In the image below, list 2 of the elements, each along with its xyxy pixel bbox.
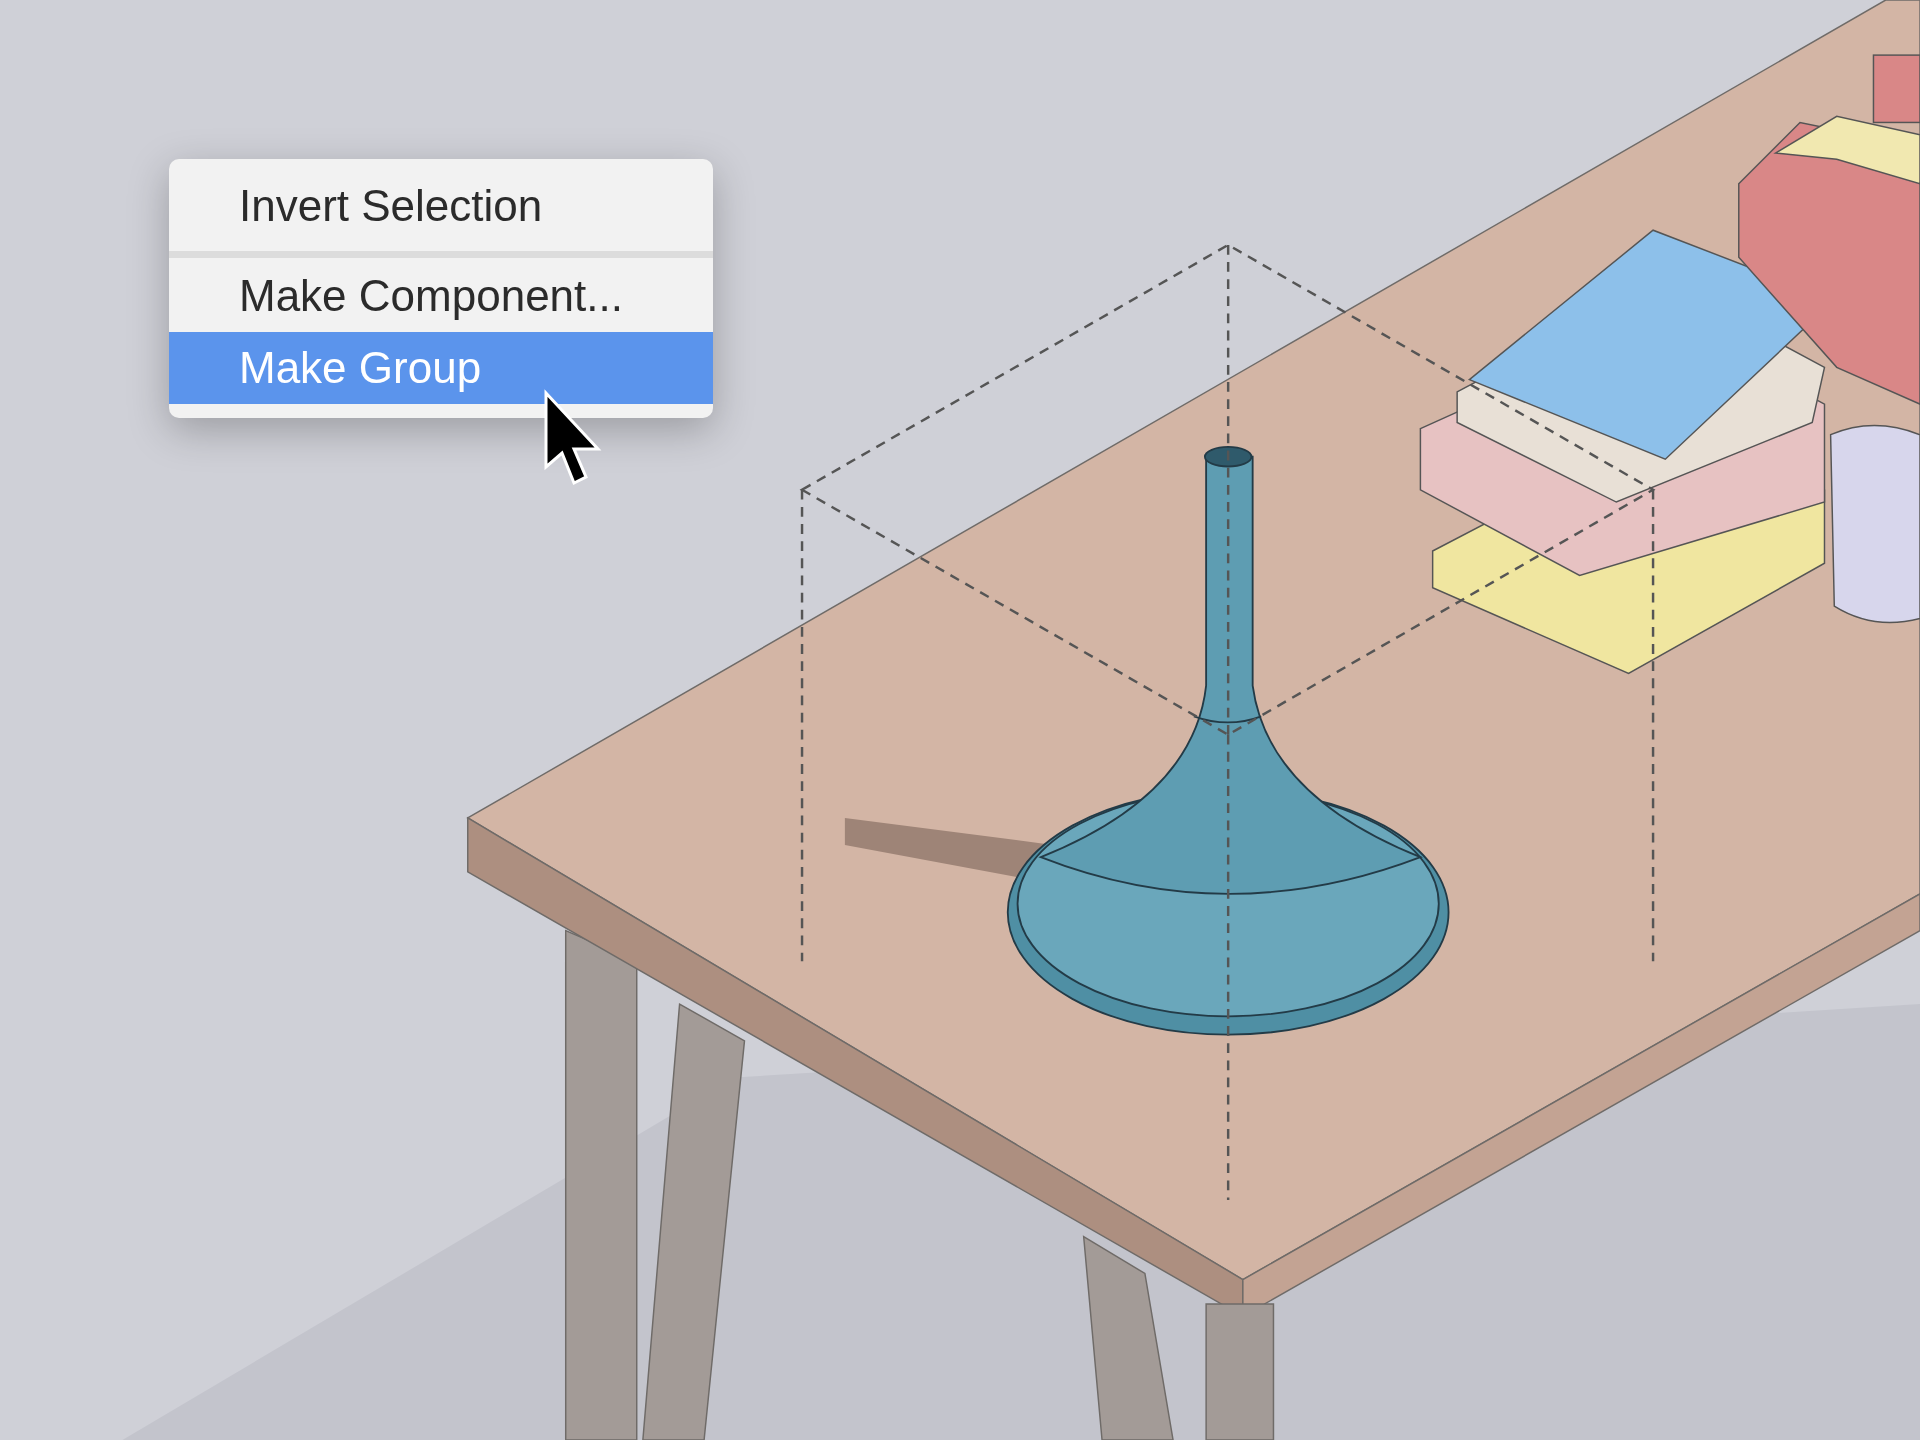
menu-item[interactable]: Invert Selection bbox=[169, 163, 713, 249]
menu-item[interactable]: Make Component... bbox=[169, 260, 713, 332]
